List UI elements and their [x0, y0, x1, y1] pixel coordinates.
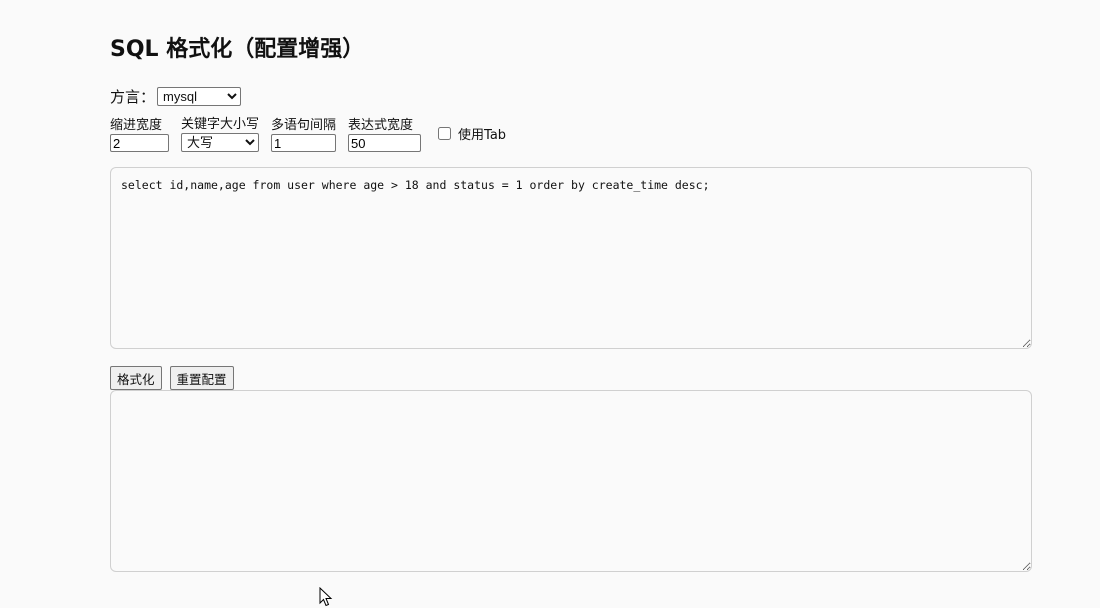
expr-width-input[interactable] [348, 134, 422, 152]
keyword-case-label: 关键字大小写 [181, 117, 260, 132]
indent-input[interactable] [110, 134, 169, 152]
dialect-select[interactable]: mysql [157, 87, 242, 106]
use-tab-label: 使用Tab [458, 128, 507, 143]
keyword-case-select[interactable]: 大写 [181, 133, 259, 152]
indent-option: 缩进宽度 [110, 118, 169, 152]
lines-between-label: 多语句间隔 [271, 118, 337, 133]
format-options: 缩进宽度 关键字大小写 大写 多语句间隔 表达式宽度 使用Tab [110, 117, 506, 152]
indent-label: 缩进宽度 [110, 118, 163, 133]
mouse-pointer-icon [319, 587, 333, 607]
use-tab-checkbox[interactable] [438, 127, 452, 140]
expr-width-option: 表达式宽度 [348, 118, 422, 152]
dialect-row: 方言： mysql [110, 86, 242, 107]
lines-between-option: 多语句间隔 [271, 118, 336, 152]
page-title: SQL 格式化（配置增强） [110, 37, 365, 62]
lines-between-input[interactable] [271, 134, 337, 152]
use-tab-option[interactable]: 使用Tab [438, 124, 506, 143]
sql-output[interactable] [110, 390, 1032, 572]
reset-config-button[interactable]: 重置配置 [169, 366, 234, 390]
expr-width-label: 表达式宽度 [348, 118, 414, 133]
format-button[interactable]: 格式化 [110, 366, 162, 390]
dialect-label: 方言： [110, 88, 156, 106]
action-buttons: 格式化 重置配置 [110, 366, 242, 390]
keyword-case-option: 关键字大小写 大写 [181, 117, 259, 152]
sql-input[interactable]: select id,name,age from user where age >… [110, 167, 1032, 349]
